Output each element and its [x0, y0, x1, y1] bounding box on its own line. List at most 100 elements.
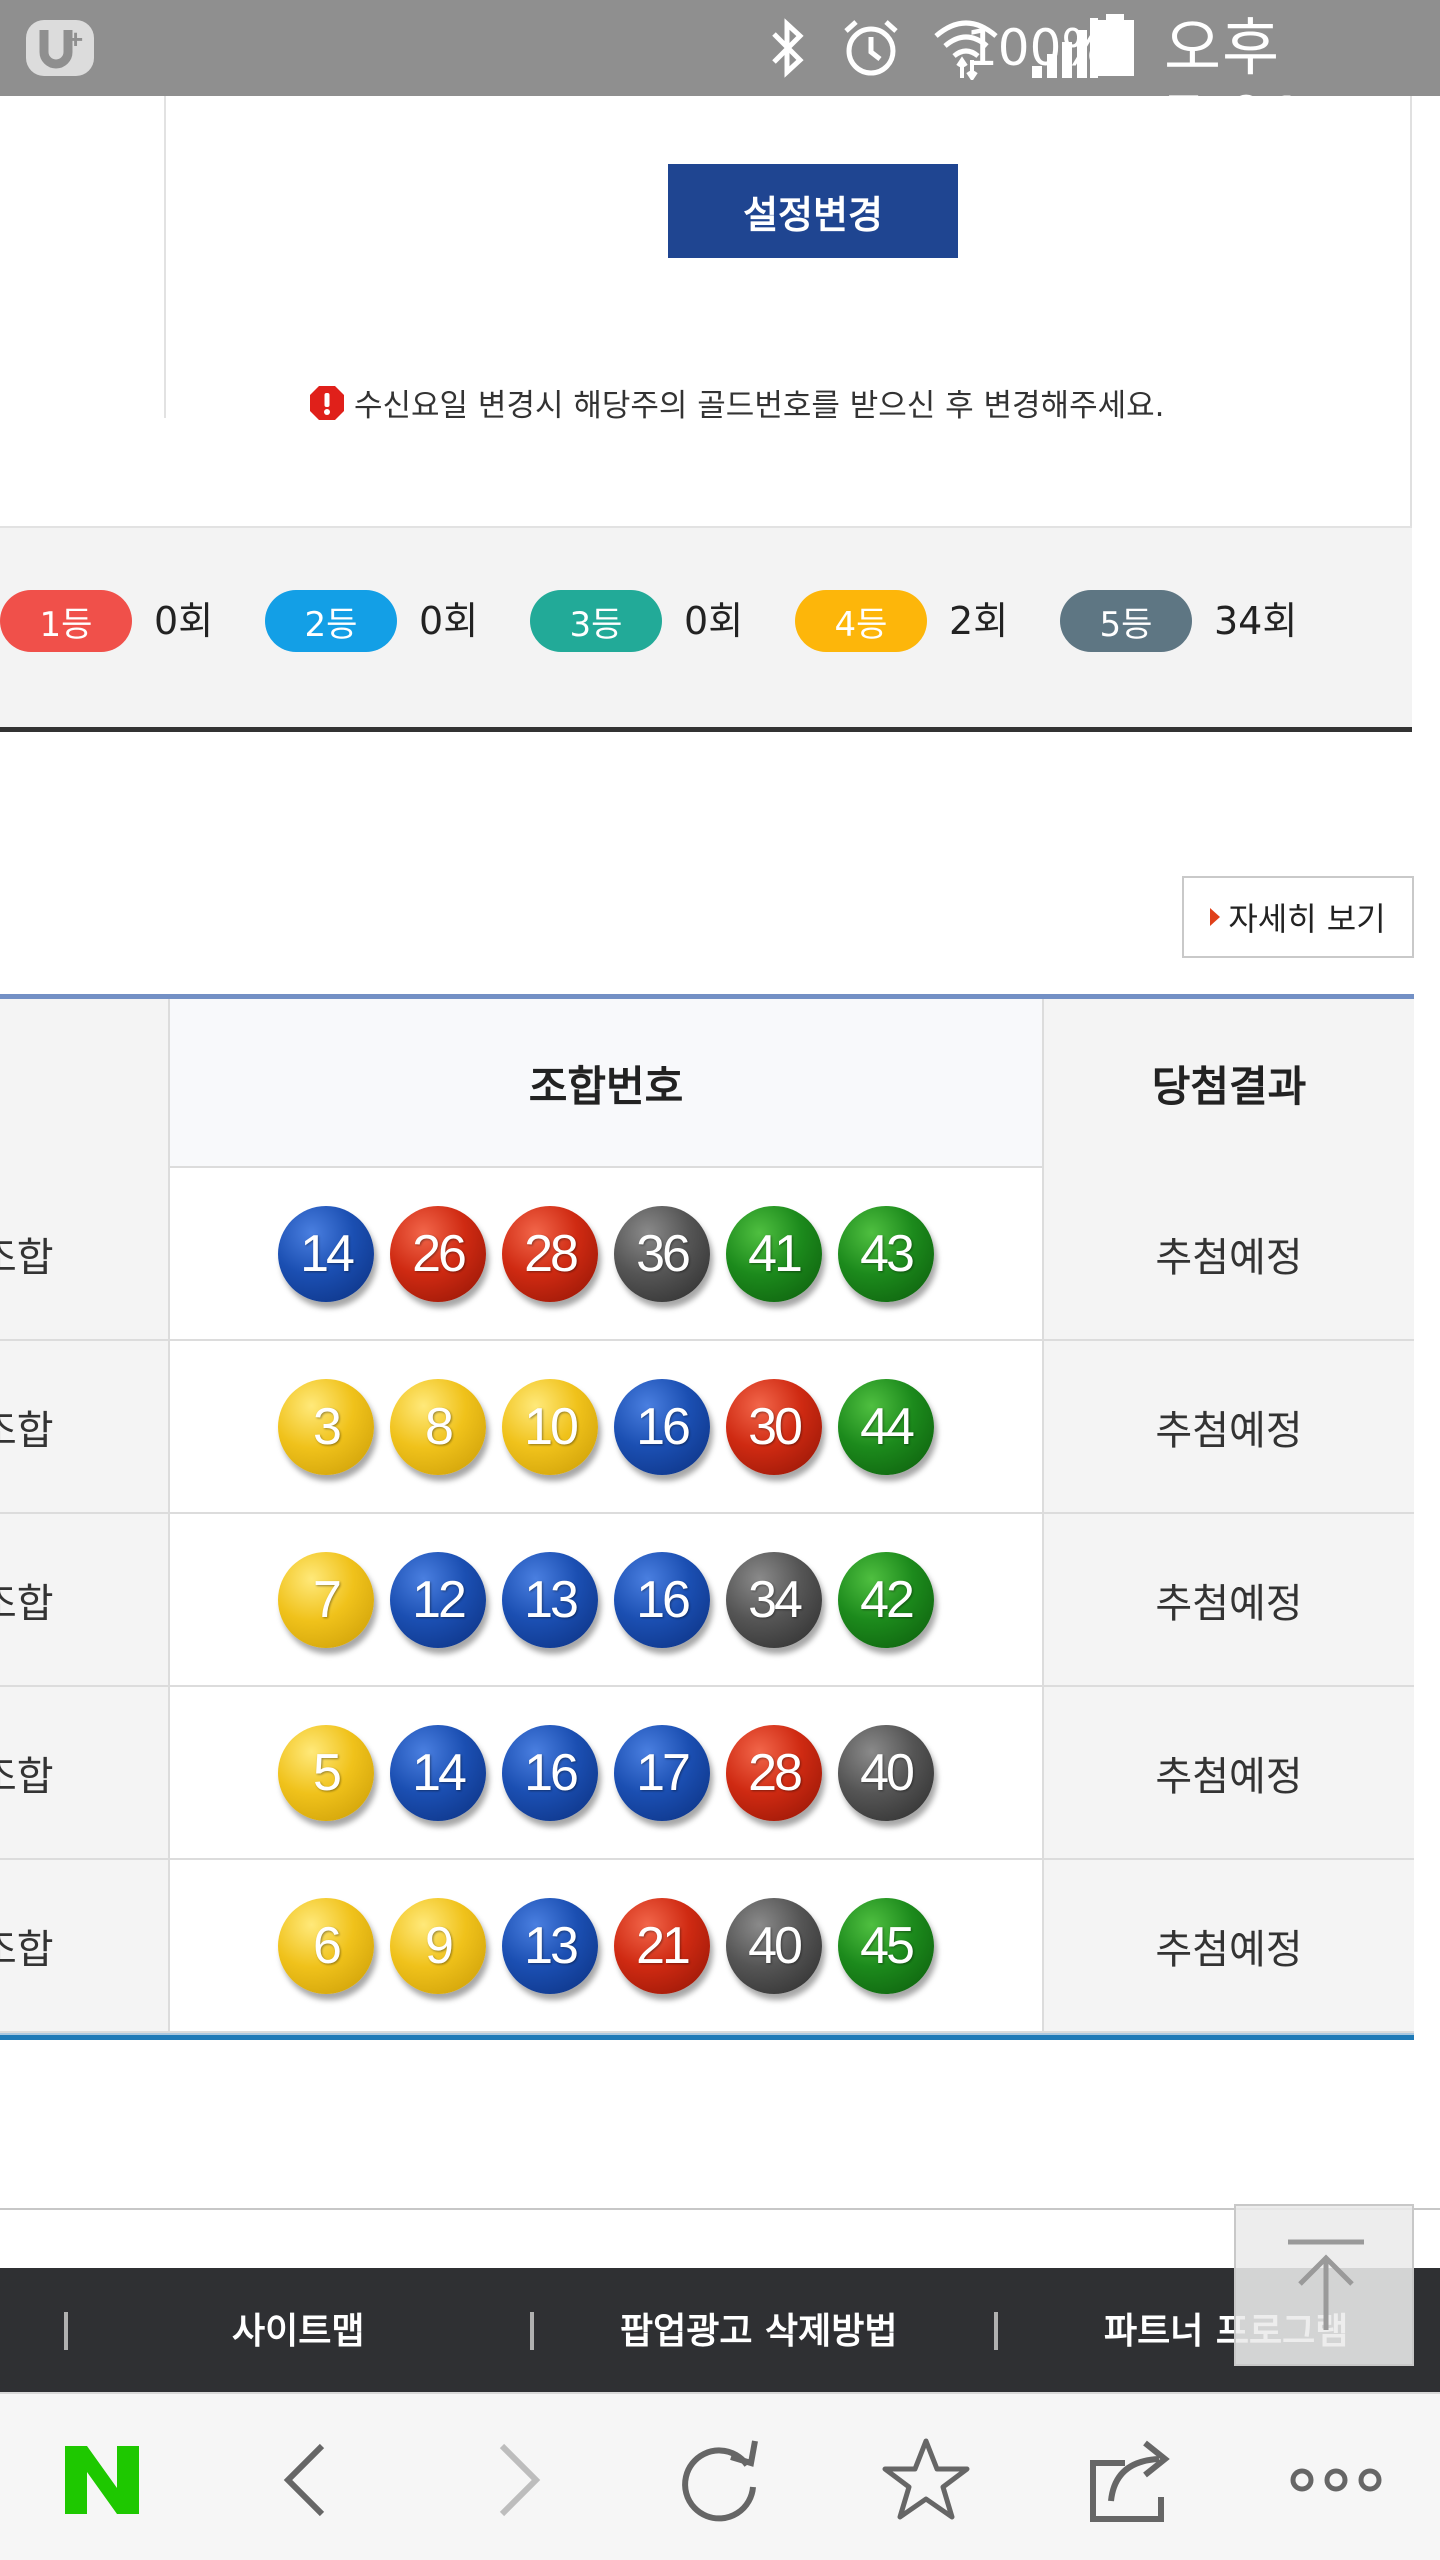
footer-separator	[994, 2312, 998, 2350]
alarm-icon	[844, 20, 898, 76]
lotto-ball: 10	[502, 1378, 598, 1475]
rank-count: 0회	[154, 596, 213, 646]
bookmark-button[interactable]	[876, 2430, 976, 2530]
view-details-label: 자세히 보기	[1228, 900, 1386, 938]
refresh-icon	[682, 2440, 758, 2522]
rank-count-unit: 회	[178, 599, 214, 643]
lotto-ball: 7	[278, 1551, 374, 1648]
lotto-ball: 42	[838, 1551, 934, 1648]
lotto-numbers: 5 14 16 17 28 40	[170, 1687, 1044, 1858]
lotto-ball: 16	[614, 1378, 710, 1475]
footer-separator	[64, 2312, 68, 2350]
naver-home-button[interactable]	[52, 2430, 152, 2530]
lotto-numbers: 7 12 13 16 34 42	[170, 1514, 1044, 1685]
table-row: 조합6913214045추첨예정	[0, 1860, 1414, 2033]
table-body: 조합142628364143추첨예정조합3810163044추첨예정조합7121…	[0, 1168, 1414, 2033]
rank-count-value: 2	[949, 599, 974, 643]
lotto-ball: 36	[614, 1205, 710, 1302]
lotto-ball: 41	[726, 1205, 822, 1302]
share-icon	[1090, 2440, 1170, 2522]
divider	[0, 2208, 1440, 2210]
result-cell: 추첨예정	[1044, 1860, 1414, 2031]
forward-button[interactable]	[468, 2430, 568, 2530]
combination-label: 조합	[0, 1234, 54, 1281]
rank-badge: 2등	[265, 590, 397, 652]
carrier-logo-icon: +	[26, 20, 94, 76]
rank-summary: 1등 0회 2등 0회 3등 0회 4등 2회 5등 34회	[0, 526, 1412, 732]
header-result: 당첨결과	[1044, 999, 1414, 1168]
footer-link-sitemap[interactable]: 사이트맵	[232, 2302, 364, 2354]
lotto-ball: 26	[390, 1205, 486, 1302]
rank-count-value: 34	[1214, 599, 1263, 643]
rank-count: 0회	[684, 596, 743, 646]
lotto-ball: 6	[278, 1897, 374, 1994]
bookmark-icon	[882, 2438, 970, 2520]
rank-badge: 3등	[530, 590, 662, 652]
rank-badge: 5등	[1060, 590, 1192, 652]
svg-text:+: +	[68, 24, 83, 54]
rank-count-value: 0	[419, 599, 444, 643]
rank-badge: 4등	[795, 590, 927, 652]
rank-row: 1등 0회 2등 0회 3등 0회 4등 2회 5등 34회	[0, 590, 1412, 652]
lotto-numbers: 14 26 28 36 41 43	[170, 1168, 1044, 1339]
lotto-ball: 34	[726, 1551, 822, 1648]
header-combination: 조합번호	[170, 999, 1044, 1168]
settings-panel: 설정변경 수신요일 변경시 해당주의 골드번호를 받으신 후 변경해주세요.	[0, 96, 1412, 526]
table-header: 조합번호 당첨결과	[0, 994, 1414, 1168]
back-button[interactable]	[256, 2430, 356, 2530]
lotto-ball: 3	[278, 1378, 374, 1475]
lotto-ball: 28	[726, 1724, 822, 1821]
lotto-ball: 16	[502, 1724, 598, 1821]
lotto-ball: 8	[390, 1378, 486, 1475]
scroll-top-button[interactable]	[1234, 2204, 1414, 2366]
arrow-up-icon	[1288, 2239, 1364, 2330]
back-icon	[283, 2443, 325, 2517]
rank-count: 2회	[949, 596, 1008, 646]
change-settings-button[interactable]: 설정변경	[668, 164, 958, 258]
view-details-button[interactable]: 자세히 보기	[1182, 876, 1414, 958]
refresh-button[interactable]	[670, 2430, 770, 2530]
naver-home-icon	[65, 2446, 139, 2514]
more-button[interactable]	[1286, 2430, 1386, 2530]
lotto-ball: 43	[838, 1205, 934, 1302]
lotto-ball: 14	[390, 1724, 486, 1821]
lotto-ball: 9	[390, 1897, 486, 1994]
rank-count-value: 0	[684, 599, 709, 643]
lotto-ball: 45	[838, 1897, 934, 1994]
lotto-ball: 16	[614, 1551, 710, 1648]
lotto-ball: 13	[502, 1551, 598, 1648]
rank-count-unit: 회	[1262, 599, 1298, 643]
lotto-ball: 14	[278, 1205, 374, 1302]
header-col1	[0, 999, 170, 1168]
lotto-ball: 13	[502, 1897, 598, 1994]
rank-count-value: 0	[154, 599, 179, 643]
lotto-ball: 12	[390, 1551, 486, 1648]
rank-badge: 1등	[0, 590, 132, 652]
battery-percent: 100%	[966, 19, 1109, 77]
lotto-ball: 17	[614, 1724, 710, 1821]
result-cell: 추첨예정	[1044, 1687, 1414, 1858]
share-button[interactable]	[1082, 2430, 1182, 2530]
battery-icon	[1096, 14, 1134, 76]
combination-label: 조합	[0, 1926, 54, 1973]
lotto-numbers: 3 8 10 16 30 44	[170, 1341, 1044, 1512]
status-bar: + 100% 오후 7:01	[0, 0, 1440, 156]
notice-text: 수신요일 변경시 해당주의 골드번호를 받으신 후 변경해주세요.	[354, 388, 1165, 424]
result-cell: 추첨예정	[1044, 1514, 1414, 1685]
rank-count: 34회	[1214, 596, 1297, 646]
warning-icon	[310, 385, 344, 420]
footer: 사이트맵 팝업광고 삭제방법 파트너 프로그램	[0, 2268, 1440, 2392]
browser-toolbar	[0, 2392, 1440, 2560]
bluetooth-icon	[772, 18, 804, 78]
table-row: 조합142628364143추첨예정	[0, 1168, 1414, 1341]
table-bottom-border	[0, 2033, 1414, 2040]
divider	[164, 96, 166, 418]
combination-label-cell: 조합	[0, 1514, 170, 1685]
combination-label: 조합	[0, 1407, 54, 1454]
rank-count-unit: 회	[443, 599, 479, 643]
lotto-ball: 40	[726, 1897, 822, 1994]
rank-count: 0회	[419, 596, 478, 646]
footer-link-popup-removal[interactable]: 팝업광고 삭제방법	[620, 2302, 898, 2354]
combination-label: 조합	[0, 1580, 54, 1627]
lotto-ball: 28	[502, 1205, 598, 1302]
